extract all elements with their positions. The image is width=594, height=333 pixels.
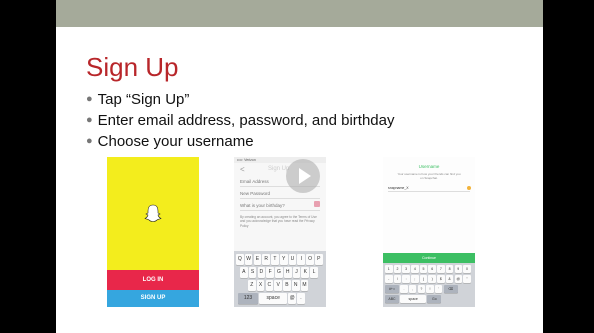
presentation-slide: Sign Up ● Tap “Sign Up” ● Enter email addr… (56, 0, 543, 333)
bullet-text: Tap “Sign Up” (97, 91, 190, 108)
period-key[interactable]: . (297, 293, 305, 304)
key[interactable]: ; (411, 275, 419, 283)
key[interactable]: ) (428, 275, 436, 283)
snapchat-welcome-screenshot: LOG IN SIGN UP (107, 157, 199, 307)
key[interactable]: 3 (402, 265, 410, 273)
key[interactable]: A (240, 267, 248, 278)
key[interactable]: W (244, 254, 253, 265)
key[interactable]: Z (248, 280, 256, 291)
key[interactable]: F (266, 267, 274, 278)
username-subtitle: Your username is how your friends can fi… (397, 172, 461, 180)
key[interactable]: / (393, 275, 402, 283)
key[interactable]: " (463, 275, 471, 283)
key[interactable]: ' (434, 285, 443, 293)
slide-header-bar (56, 0, 543, 27)
keyboard-row: 1 2 3 4 5 6 7 8 9 0 (385, 265, 471, 273)
bullet-list: ● Tap “Sign Up” ● Enter email address, pas… (86, 90, 394, 153)
bullet-text: Choose your username (97, 133, 254, 150)
key[interactable]: E (253, 254, 262, 265)
keyboard-row: #+= . , ? ! ' ⌫ (385, 285, 458, 293)
nav-title: Username (418, 164, 440, 169)
username-field[interactable]: snapname_X (388, 186, 470, 192)
key[interactable]: O (306, 254, 314, 265)
backspace-icon[interactable]: ⌫ (443, 285, 458, 293)
space-key[interactable]: space (259, 293, 288, 304)
key[interactable]: X (256, 280, 265, 291)
key[interactable]: P (315, 254, 323, 265)
keyboard-row: Q W E R T Y U I O P (236, 254, 323, 265)
key[interactable]: Q (236, 254, 244, 265)
keyboard-row: 123 space @ . (238, 293, 305, 304)
key[interactable]: 8 (445, 265, 454, 273)
key[interactable]: 6 (428, 265, 436, 273)
bullet-item: ● Enter email address, password, and birt… (86, 112, 395, 129)
key[interactable]: D (257, 267, 266, 278)
signup-form-screenshot: ••••◦ Verizon < Sign Up Email Address Ne… (234, 157, 326, 307)
key[interactable]: R (262, 254, 270, 265)
calendar-icon (314, 201, 320, 207)
key[interactable]: ? (417, 285, 426, 293)
key[interactable]: 7 (437, 265, 445, 273)
continue-button[interactable]: Continue (383, 253, 475, 263)
key[interactable]: 0 (463, 265, 471, 273)
key[interactable]: G (275, 267, 283, 278)
symbols-key[interactable]: #+= (385, 285, 399, 293)
key[interactable]: ( (419, 275, 428, 283)
go-key[interactable]: Go (427, 295, 442, 303)
key[interactable]: - (385, 275, 393, 283)
key[interactable]: J (292, 267, 301, 278)
key[interactable]: & (445, 275, 454, 283)
key[interactable]: $ (437, 275, 445, 283)
bullet-text: Enter email address, password, and birth… (97, 112, 395, 129)
terms-text: By creating an account, you agree to the… (240, 215, 317, 228)
key[interactable]: C (265, 280, 274, 291)
letters-key[interactable]: ABC (385, 295, 399, 303)
keyboard-row: ABC space Go (385, 295, 442, 303)
key[interactable]: T (271, 254, 279, 265)
keyboard: Q W E R T Y U I O P A S D F G H J K L Z … (234, 251, 326, 307)
key[interactable]: 2 (393, 265, 402, 273)
key[interactable]: K (301, 267, 310, 278)
slide-title: Sign Up (86, 52, 179, 82)
ghost-logo-icon (144, 204, 162, 222)
status-bar (383, 157, 475, 163)
keyboard-row: Z X C V B N M (248, 280, 309, 291)
space-key[interactable]: space (400, 295, 427, 303)
back-icon[interactable]: < (240, 165, 245, 174)
numbers-key[interactable]: 123 (238, 293, 258, 304)
key[interactable]: . (400, 285, 408, 293)
key[interactable]: I (297, 254, 306, 265)
key[interactable]: , (408, 285, 417, 293)
key[interactable]: 5 (419, 265, 428, 273)
keyboard-row: - / : ; ( ) $ & @ " (385, 275, 471, 283)
play-icon[interactable] (286, 159, 320, 193)
key[interactable]: M (300, 280, 309, 291)
bullet-item: ● Choose your username (86, 133, 254, 150)
key[interactable]: N (291, 280, 300, 291)
username-screenshot: Username Your username is how your frien… (383, 157, 475, 307)
key[interactable]: V (274, 280, 282, 291)
key[interactable]: L (310, 267, 318, 278)
key[interactable]: U (288, 254, 297, 265)
key[interactable]: 9 (454, 265, 462, 273)
key[interactable]: 4 (411, 265, 419, 273)
bullet-item: ● Tap “Sign Up” (86, 91, 190, 108)
key[interactable]: B (283, 280, 291, 291)
login-button[interactable]: LOG IN (107, 270, 199, 290)
key[interactable]: : (402, 275, 410, 283)
at-key[interactable]: @ (288, 293, 296, 304)
birthday-field[interactable]: What is your birthday? (240, 203, 320, 211)
availability-icon (467, 186, 471, 190)
key[interactable]: S (248, 267, 257, 278)
key[interactable]: 1 (385, 265, 393, 273)
keyboard-row: A S D F G H J K L (240, 267, 318, 278)
key[interactable]: ! (426, 285, 434, 293)
play-triangle (299, 168, 311, 184)
signup-button[interactable]: SIGN UP (107, 290, 199, 307)
key[interactable]: @ (454, 275, 462, 283)
key[interactable]: Y (279, 254, 288, 265)
keyboard: 1 2 3 4 5 6 7 8 9 0 - / : ; ( ) $ & @ " … (383, 263, 475, 307)
key[interactable]: H (283, 267, 292, 278)
